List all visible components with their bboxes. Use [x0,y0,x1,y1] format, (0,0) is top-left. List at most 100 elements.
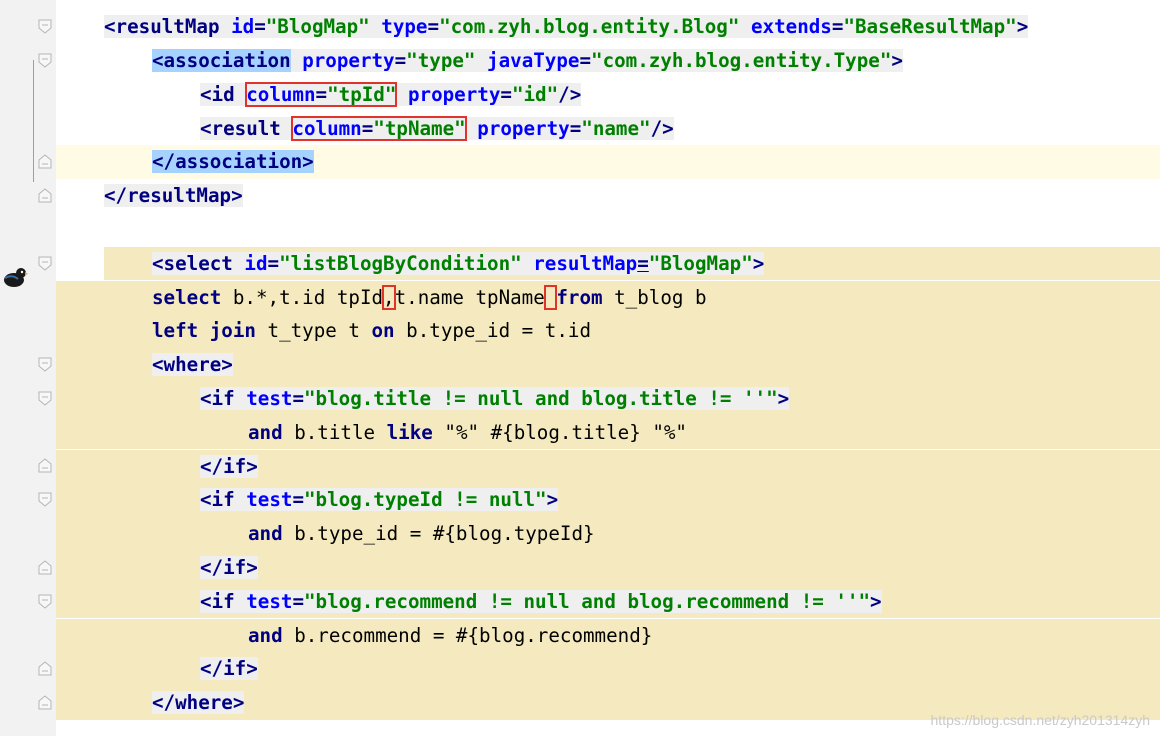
code-token: "BaseResultMap" [843,15,1017,39]
fold-marker-icon[interactable] [38,256,52,271]
code-token: test [246,589,293,613]
code-token: test [246,488,293,512]
code-token: "type" [406,48,476,72]
code-text: and b.type_id = #{blog.typeId} [248,517,595,551]
code-text: <if test="blog.title != null and blog.ti… [200,382,790,416]
code-token [396,82,408,106]
fold-marker-icon[interactable] [38,695,52,710]
code-line[interactable]: and b.title like "%" #{blog.title} "%" [56,415,1160,450]
code-token: extends [750,15,832,39]
code-token: <where> [152,353,233,377]
code-line[interactable]: and b.type_id = #{blog.typeId} [56,517,1160,551]
code-token: resultMap [533,251,638,275]
code-token: b.recommend = #{blog.recommend} [282,623,653,647]
code-token: and [248,522,283,546]
code-line[interactable]: <select id="listBlogByCondition" resultM… [104,246,1160,281]
code-token: <association [152,48,291,72]
fold-marker-icon[interactable] [38,188,52,203]
code-line[interactable]: select b.*,t.id tpId,t.name tpName from … [56,280,1160,315]
code-token: = [267,251,280,275]
fold-marker-icon[interactable] [38,492,52,507]
code-token [290,48,303,72]
code-token: , [383,285,395,309]
code-token: property [302,48,395,72]
code-line[interactable]: <resultMap id="BlogMap" type="com.zyh.bl… [56,10,1160,44]
code-token: on [371,319,395,343]
code-line[interactable]: <where> [56,348,1160,382]
code-token: "tpId" [327,82,397,106]
code-text: <association property="type" javaType="c… [152,44,903,78]
code-token: <resultMap [104,15,232,39]
code-token: = [292,488,304,512]
code-line[interactable]: <if test="blog.typeId != null"> [56,483,1160,518]
code-line[interactable]: </association> [56,145,1160,180]
code-token: = [427,15,440,39]
code-token: id [244,251,268,275]
code-token: test [246,386,293,410]
fold-marker-icon[interactable] [38,357,52,372]
code-line[interactable]: and b.recommend = #{blog.recommend} [56,618,1160,653]
code-token: like [386,420,433,444]
code-token: id [231,15,255,39]
fold-marker-icon[interactable] [38,154,52,169]
annotation-box: column="tpName" [291,115,467,141]
code-line[interactable]: <association property="type" javaType="c… [56,44,1160,78]
bird-icon [2,264,28,290]
code-text: <if test="blog.typeId != null"> [200,483,559,517]
code-token: b.*, [221,285,280,309]
code-token: column [292,116,362,140]
code-line[interactable]: <result column="tpName" property="name"/… [56,112,1160,146]
code-line[interactable]: </if> [56,449,1160,484]
code-token: b.type_id = #{blog.typeId} [282,522,595,546]
code-text: <id column="tpId" property="id"/> [200,78,582,112]
code-line[interactable]: <id column="tpId" property="id"/> [56,78,1160,112]
code-token: "listBlogByCondition" [279,251,522,275]
code-token: > [777,386,790,410]
code-token: "BlogMap" [648,251,753,275]
code-line[interactable]: </if> [56,652,1160,687]
code-line[interactable] [56,213,1160,247]
code-token: = [394,48,407,72]
code-line[interactable]: <if test="blog.title != null and blog.ti… [56,381,1160,416]
code-text: and b.recommend = #{blog.recommend} [248,619,652,653]
editor-gutter [0,0,56,736]
code-token: </if> [200,555,258,579]
change-marker [33,60,34,182]
code-token: t_type t [255,319,372,343]
code-token: = [361,116,374,140]
fold-marker-icon[interactable] [38,661,52,676]
fold-marker-icon[interactable] [38,458,52,473]
code-token: = [831,15,844,39]
code-token: "id" [511,82,559,106]
code-token [475,48,488,72]
code-token: "com.zyh.blog.entity.Type" [591,48,892,72]
annotation-box [543,284,558,310]
code-token: property [477,116,570,140]
code-token: > [546,488,559,512]
code-token: = [579,48,592,72]
fold-marker-icon[interactable] [38,53,52,68]
code-token: t.name tpName [394,285,545,309]
code-token: type [381,15,428,39]
code-line[interactable]: </if> [56,550,1160,585]
code-token: </if> [200,657,258,681]
fold-marker-icon[interactable] [38,560,52,575]
fold-marker-icon[interactable] [38,19,52,34]
code-line[interactable]: </resultMap> [56,179,1160,213]
code-token: b.title [282,420,387,444]
code-token [465,116,478,140]
code-token: b.type_id = t.id [394,319,591,343]
fold-marker-icon[interactable] [38,594,52,609]
code-editor[interactable]: <resultMap id="BlogMap" type="com.zyh.bl… [56,0,1160,736]
fold-marker-icon[interactable] [38,391,52,406]
code-line[interactable]: <if test="blog.recommend != null and blo… [56,584,1160,619]
code-line[interactable]: left join t_type t on b.type_id = t.id [56,314,1160,349]
code-token [521,251,534,275]
code-token: <if [200,386,247,410]
code-token: from [556,285,603,309]
watermark: https://blog.csdn.net/zyh201314zyh [930,712,1150,728]
code-token: <if [200,589,247,613]
code-token: and [248,420,283,444]
code-token: and [248,623,283,647]
